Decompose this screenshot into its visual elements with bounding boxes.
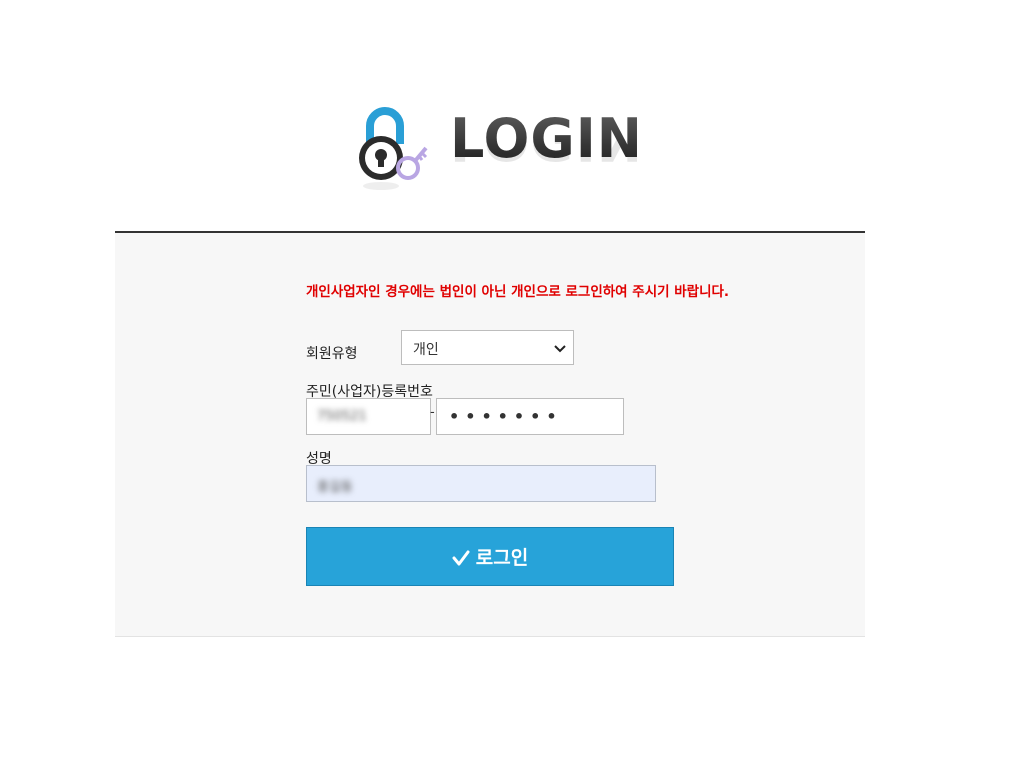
member-type-value: 개인: [413, 342, 439, 358]
registration-number-first-input[interactable]: 750521: [306, 398, 431, 435]
check-icon: [452, 550, 470, 565]
name-value: 홍길동: [317, 480, 353, 495]
logo-text-reflection: LOGIN: [450, 139, 643, 167]
registration-number-first-value: 750521: [317, 409, 367, 424]
member-type-label: 회원유형: [306, 346, 358, 362]
login-button-label: 로그인: [475, 547, 529, 569]
login-panel: 개인사업자인 경우에는 법인이 아닌 개인으로 로그인하여 주시기 바랍니다. …: [115, 231, 865, 637]
notice-text: 개인사업자인 경우에는 법인이 아닌 개인으로 로그인하여 주시기 바랍니다.: [306, 284, 730, 300]
registration-number-second-input[interactable]: •••••••: [436, 398, 624, 435]
login-logo: LOGIN LOGIN: [356, 104, 643, 196]
chevron-down-icon: [554, 345, 566, 353]
name-input[interactable]: 홍길동: [306, 465, 656, 502]
member-type-select[interactable]: 개인: [401, 330, 574, 365]
login-button[interactable]: 로그인: [306, 527, 674, 586]
padlock-key-icon: [359, 107, 428, 190]
login-page: LOGIN LOGIN 개인사업자인 경우에는 법인이 아닌 개인으로 로그인하…: [0, 0, 1011, 766]
registration-number-second-value: •••••••: [449, 407, 563, 426]
registration-separator: -: [430, 405, 435, 420]
